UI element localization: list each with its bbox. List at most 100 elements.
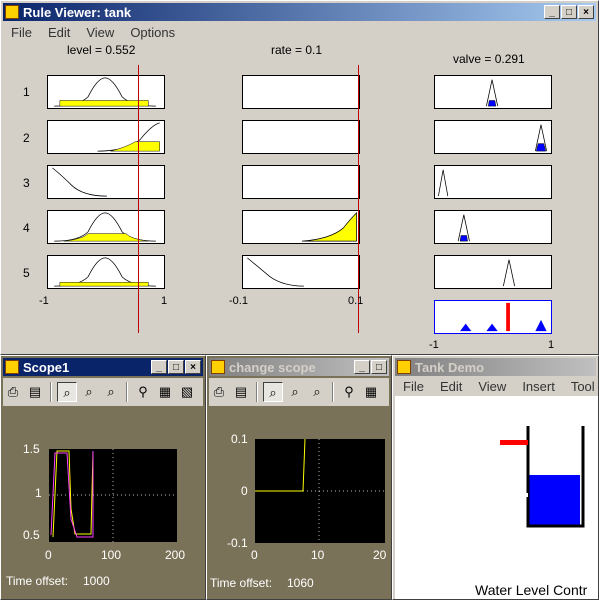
parameters-icon[interactable]: ▤ bbox=[25, 382, 45, 402]
time-offset-value: 1060 bbox=[287, 576, 314, 590]
tank-demo-window: Tank Demo File Edit View Insert Tool Wat… bbox=[392, 355, 599, 600]
level-range-max: 1 bbox=[161, 295, 168, 307]
zoom-icon[interactable]: ⌕ bbox=[57, 382, 77, 402]
print-icon[interactable]: ⎙ bbox=[209, 382, 229, 402]
y-tick: 0.5 bbox=[23, 528, 40, 542]
level-mf-rule1[interactable] bbox=[47, 75, 165, 109]
time-offset-value: 1000 bbox=[83, 574, 110, 588]
maximize-button[interactable]: □ bbox=[168, 360, 184, 374]
scope1-titlebar[interactable]: Scope1 _ □ × bbox=[3, 358, 203, 376]
level-mf-rule2[interactable] bbox=[47, 120, 165, 154]
tank-diagram[interactable] bbox=[495, 418, 595, 538]
zoom-x-icon[interactable]: ⌕ bbox=[79, 382, 99, 402]
rate-mf-rule1[interactable] bbox=[242, 75, 360, 109]
rate-range-max: 0.1 bbox=[348, 295, 364, 307]
zoom-y-icon[interactable]: ⌕ bbox=[307, 382, 327, 402]
toolbar-separator bbox=[50, 382, 52, 402]
y-tick: -0.1 bbox=[227, 536, 248, 550]
valve-label: valve = 0.291 bbox=[453, 52, 525, 66]
menu-options[interactable]: Options bbox=[122, 25, 183, 40]
change-scope-titlebar[interactable]: change scope _ □ bbox=[209, 358, 389, 376]
menu-edit[interactable]: Edit bbox=[432, 379, 470, 394]
figure-icon bbox=[397, 360, 411, 374]
tank-canvas: Water Level Contr bbox=[395, 396, 598, 599]
menu-insert[interactable]: Insert bbox=[514, 379, 563, 394]
menu-edit[interactable]: Edit bbox=[40, 25, 78, 40]
zoom-x-icon[interactable]: ⌕ bbox=[285, 382, 305, 402]
tank-caption: Water Level Contr bbox=[475, 582, 588, 598]
save-axes-icon[interactable]: ▦ bbox=[155, 382, 175, 402]
minimize-button[interactable]: _ bbox=[544, 5, 560, 19]
menu-view[interactable]: View bbox=[78, 25, 122, 40]
rule-viewer-title: Rule Viewer: tank bbox=[23, 4, 132, 20]
x-tick: 10 bbox=[311, 548, 325, 562]
matlab-icon bbox=[5, 5, 19, 19]
valve-mf-rule2[interactable] bbox=[434, 120, 552, 154]
minimize-button[interactable]: _ bbox=[151, 360, 167, 374]
y-tick: 1 bbox=[35, 486, 42, 500]
tank-demo-titlebar[interactable]: Tank Demo bbox=[395, 358, 596, 376]
maximize-button[interactable]: □ bbox=[371, 360, 387, 374]
rate-mf-rule4[interactable] bbox=[242, 210, 360, 244]
change-scope-window: change scope _ □ ⎙ ▤ ⌕ ⌕ ⌕ ⚲ ▦ 0.1 0 -0.… bbox=[206, 355, 392, 600]
zoom-icon[interactable]: ⌕ bbox=[263, 382, 283, 402]
time-offset-label: Time offset: bbox=[210, 576, 273, 590]
valve-mf-rule5[interactable] bbox=[434, 255, 552, 289]
rate-mf-rule5[interactable] bbox=[242, 255, 360, 289]
x-tick: 0 bbox=[45, 548, 52, 562]
restore-axes-icon[interactable]: ▧ bbox=[177, 382, 197, 402]
print-icon[interactable]: ⎙ bbox=[3, 382, 23, 402]
rule-viewer-window: Rule Viewer: tank _ □ × File Edit View O… bbox=[0, 0, 599, 355]
rule-number: 1 bbox=[23, 85, 30, 99]
rate-mf-rule3[interactable] bbox=[242, 165, 360, 199]
save-axes-icon[interactable]: ▦ bbox=[361, 382, 381, 402]
valve-mf-rule1[interactable] bbox=[434, 75, 552, 109]
rate-mf-rule2[interactable] bbox=[242, 120, 360, 154]
minimize-button[interactable]: _ bbox=[354, 360, 370, 374]
y-tick: 0 bbox=[241, 484, 248, 498]
toolbar-separator bbox=[332, 382, 334, 402]
rule-number: 3 bbox=[23, 176, 30, 190]
scope1-toolbar: ⎙ ▤ ⌕ ⌕ ⌕ ⚲ ▦ ▧ bbox=[3, 378, 203, 406]
x-tick: 0 bbox=[251, 548, 258, 562]
close-button[interactable]: × bbox=[185, 360, 201, 374]
time-offset-label: Time offset: bbox=[6, 574, 69, 588]
x-tick: 20 bbox=[373, 548, 387, 562]
autoscale-icon[interactable]: ⚲ bbox=[133, 382, 153, 402]
valve-range-max: 1 bbox=[548, 339, 555, 351]
parameters-icon[interactable]: ▤ bbox=[231, 382, 251, 402]
x-tick: 200 bbox=[165, 548, 186, 562]
level-label: level = 0.552 bbox=[67, 43, 136, 57]
menu-tools[interactable]: Tool bbox=[563, 379, 598, 394]
rule-viewer-titlebar[interactable]: Rule Viewer: tank _ □ × bbox=[3, 3, 596, 21]
change-scope-toolbar: ⎙ ▤ ⌕ ⌕ ⌕ ⚲ ▦ bbox=[209, 378, 389, 406]
simulink-icon bbox=[5, 360, 19, 374]
menu-file[interactable]: File bbox=[395, 379, 432, 394]
rule-number: 4 bbox=[23, 221, 30, 235]
level-mf-rule3[interactable] bbox=[47, 165, 165, 199]
tank-demo-title: Tank Demo bbox=[415, 359, 485, 375]
rate-label: rate = 0.1 bbox=[271, 43, 323, 57]
level-range-min: -1 bbox=[39, 295, 49, 307]
rate-range-min: -0.1 bbox=[229, 295, 248, 307]
rule-number: 5 bbox=[23, 266, 30, 280]
maximize-button[interactable]: □ bbox=[561, 5, 577, 19]
zoom-y-icon[interactable]: ⌕ bbox=[101, 382, 121, 402]
rate-index-line[interactable] bbox=[358, 65, 359, 333]
change-scope-title: change scope bbox=[229, 359, 316, 375]
level-mf-rule4[interactable] bbox=[47, 210, 165, 244]
valve-aggregate[interactable] bbox=[434, 300, 552, 334]
autoscale-icon[interactable]: ⚲ bbox=[339, 382, 359, 402]
menu-file[interactable]: File bbox=[3, 25, 40, 40]
valve-range-min: -1 bbox=[429, 339, 439, 351]
menu-view[interactable]: View bbox=[470, 379, 514, 394]
level-index-line[interactable] bbox=[138, 65, 139, 333]
x-tick: 100 bbox=[101, 548, 122, 562]
valve-mf-rule4[interactable] bbox=[434, 210, 552, 244]
level-mf-rule5[interactable] bbox=[47, 255, 165, 289]
change-scope-plot[interactable] bbox=[255, 439, 385, 543]
scope1-title: Scope1 bbox=[23, 359, 70, 375]
scope1-plot[interactable] bbox=[49, 449, 177, 542]
valve-mf-rule3[interactable] bbox=[434, 165, 552, 199]
close-button[interactable]: × bbox=[578, 5, 594, 19]
